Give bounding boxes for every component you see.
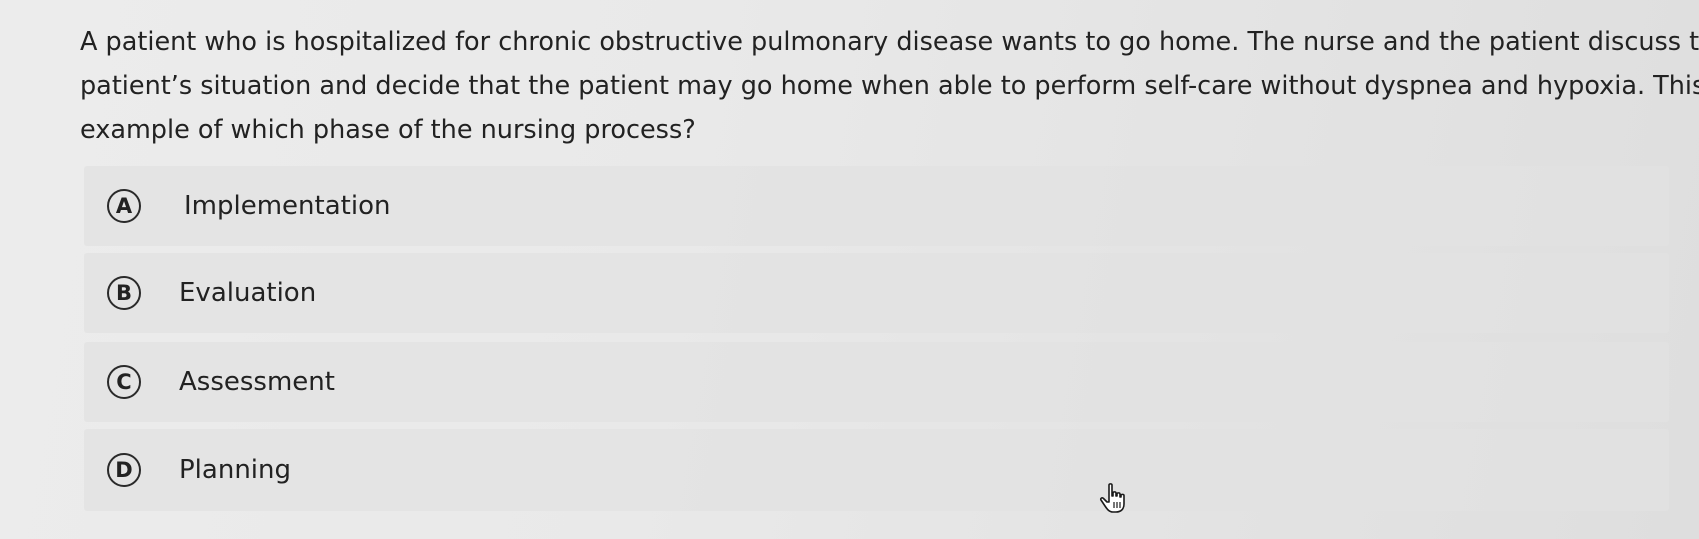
option-letter-badge: C (107, 365, 141, 399)
option-label: Evaluation (179, 278, 317, 308)
question-text: A patient who is hospitalized for chroni… (80, 20, 1699, 152)
question-line: A patient who is hospitalized for chroni… (80, 27, 1699, 57)
option-d[interactable]: D Planning (84, 429, 1669, 511)
quiz-page: A patient who is hospitalized for chroni… (0, 0, 1699, 539)
option-c[interactable]: C Assessment (84, 342, 1669, 422)
option-letter-badge: B (107, 276, 141, 310)
hand-pointer-icon (1099, 483, 1125, 513)
option-a[interactable]: A Implementation (84, 166, 1669, 246)
answer-options: A Implementation B Evaluation C Assessme… (84, 166, 1669, 511)
option-label: Planning (179, 455, 291, 485)
option-b[interactable]: B Evaluation (84, 253, 1669, 333)
question-line: patient’s situation and decide that the … (80, 71, 1699, 101)
option-label: Implementation (184, 191, 391, 221)
option-letter-badge: D (107, 453, 141, 487)
question-line: example of which phase of the nursing pr… (80, 115, 696, 145)
option-label: Assessment (179, 367, 335, 397)
option-letter-badge: A (107, 189, 141, 223)
